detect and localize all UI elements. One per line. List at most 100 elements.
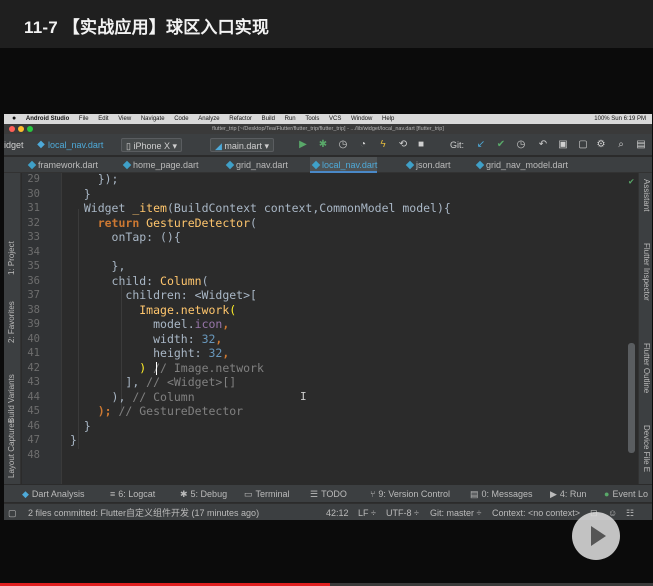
code-line-33: onTap: (){ (70, 230, 181, 244)
tool-event-log[interactable]: ● Event Lo (604, 488, 648, 500)
window-path: flutter_trip [~/Desktop/Tea/Flutter/flut… (212, 126, 444, 132)
file-encoding[interactable]: UTF-8 ÷ (386, 507, 419, 519)
hot-reload-icon[interactable]: ϟ (376, 138, 390, 152)
code-line-40: width: 32, (70, 332, 222, 346)
messages-icon: ▤ (470, 489, 479, 499)
field-name: icon (194, 317, 223, 331)
menu-analyze[interactable]: Analyze (198, 114, 219, 124)
menu-build[interactable]: Build (262, 114, 275, 124)
tool-project[interactable]: 1: Project (7, 241, 16, 275)
version-control-icon: ⑂ (370, 489, 376, 499)
breadcrumb-file[interactable]: local_nav.dart (48, 138, 103, 152)
git-label: Git: (450, 140, 465, 150)
line-number: 32 (27, 216, 40, 229)
caret-position[interactable]: 42:12 (326, 507, 349, 519)
line-separator[interactable]: LF ÷ (358, 507, 376, 519)
menu-run[interactable]: Run (285, 114, 296, 124)
inspection-ok-icon[interactable]: ✔ (629, 177, 634, 187)
menu-navigate[interactable]: Navigate (141, 114, 165, 124)
tab-local-nav[interactable]: local_nav.dart (310, 157, 378, 173)
class-name: Column (160, 273, 202, 288)
tool-dart-analysis[interactable]: ◆ Dart Analysis (22, 488, 84, 500)
tool-layout-captures[interactable]: Layout Captures (7, 419, 16, 478)
menu-refactor[interactable]: Refactor (229, 114, 252, 124)
tool-terminal[interactable]: ▭ Terminal (244, 488, 290, 500)
close-window-icon[interactable] (9, 126, 15, 132)
tool-favorites[interactable]: 2: Favorites (7, 301, 16, 343)
code-text: model. (153, 317, 195, 331)
debug-icon[interactable]: ✱ (316, 138, 330, 152)
play-button[interactable] (572, 512, 620, 560)
tool-flutter-inspector[interactable]: Flutter Inspector (642, 243, 651, 301)
tool-todo[interactable]: ☰ TODO (310, 488, 347, 500)
tab-json[interactable]: json.dart (404, 157, 451, 173)
run-config-label: main.dart (224, 141, 262, 151)
sync-icon[interactable]: ⚙ (594, 138, 608, 152)
code-text: }, (111, 259, 126, 273)
hot-restart-icon[interactable]: ⟲ (396, 138, 410, 152)
menu-view[interactable]: View (118, 114, 131, 124)
tool-assistant[interactable]: Assistant (642, 179, 651, 211)
tool-label: 9: Version Control (378, 489, 450, 499)
mac-status-clock: 100% Sun 6:19 PM (594, 116, 646, 122)
context-indicator[interactable]: Context: <no context> (492, 507, 580, 519)
tool-version-control[interactable]: ⑂ 9: Version Control (370, 488, 450, 500)
tool-debug[interactable]: ✱ 5: Debug (180, 488, 227, 500)
code-line-41: height: 32, (70, 346, 229, 360)
run-config-selector[interactable]: ◢ main.dart ▾ (210, 138, 274, 152)
line-number: 37 (27, 289, 40, 301)
tool-label: Event Lo (612, 489, 648, 499)
left-tool-strip: 1: Project 2: Favorites Build Variants L… (4, 173, 21, 484)
device-selector[interactable]: ▯ iPhone X ▾ (121, 138, 183, 152)
line-number: 46 (27, 419, 40, 432)
tool-label: Terminal (255, 489, 290, 499)
menu-tools[interactable]: Tools (305, 114, 319, 124)
line-number-gutter[interactable]: 29 30 31 32 33 34 35 36 37 38 39 40 41 4… (22, 173, 62, 484)
tool-messages[interactable]: ▤ 0: Messages (470, 488, 533, 500)
tab-grid-nav[interactable]: grid_nav.dart (224, 157, 288, 173)
line-number: 35 (27, 260, 40, 272)
code-text: height: (153, 346, 209, 360)
account-icon[interactable]: ▤ (634, 138, 648, 152)
tool-flutter-outline[interactable]: Flutter Outline (642, 343, 651, 393)
code-line-37: children: <Widget>[ (70, 288, 257, 302)
menu-code[interactable]: Code (174, 114, 188, 124)
code-text: } (83, 186, 91, 201)
menu-file[interactable]: File (79, 114, 89, 124)
stop-icon[interactable]: ■ (414, 138, 428, 152)
git-commit-icon[interactable]: ✔ (494, 138, 508, 152)
tool-run[interactable]: ▶ 4: Run (550, 488, 586, 500)
search-icon[interactable]: ⌕ (614, 138, 628, 152)
coverage-icon[interactable]: ◷ (336, 138, 350, 152)
breadcrumb-widget[interactable]: idget (4, 138, 24, 152)
minimize-window-icon[interactable] (18, 126, 24, 132)
menu-window[interactable]: Window (351, 114, 372, 124)
tab-home-page[interactable]: home_page.dart (121, 157, 199, 173)
git-revert-icon[interactable]: ↶ (536, 138, 550, 152)
run-icon[interactable]: ▶ (296, 138, 310, 152)
line-number: 42 (27, 361, 40, 374)
tab-grid-nav-model[interactable]: grid_nav_model.dart (474, 157, 568, 173)
code-editor[interactable]: 29 30 31 32 33 34 35 36 37 38 39 40 41 4… (22, 172, 638, 484)
tool-device-file-explorer[interactable]: Device File E (642, 425, 651, 472)
menu-edit[interactable]: Edit (98, 114, 108, 124)
status-panel-icon[interactable]: ▢ (8, 507, 17, 519)
menu-app-name[interactable]: Android Studio (26, 114, 69, 124)
git-update-icon[interactable]: ↙ (474, 138, 488, 152)
git-history-icon[interactable]: ◷ (514, 138, 528, 152)
tab-framework[interactable]: framework.dart (26, 157, 98, 173)
zoom-window-icon[interactable] (27, 126, 33, 132)
line-number: 44 (27, 390, 40, 403)
tool-logcat[interactable]: ≡ 6: Logcat (110, 488, 155, 500)
profile-icon[interactable]: ◔ (356, 138, 370, 152)
sdk-manager-icon[interactable]: ▣ (556, 138, 570, 152)
notification-icon[interactable]: ☷ (626, 507, 634, 519)
menu-vcs[interactable]: VCS (329, 114, 341, 124)
tool-build-variants[interactable]: Build Variants (7, 374, 16, 423)
avd-manager-icon[interactable]: ▢ (576, 138, 590, 152)
git-branch[interactable]: Git: master ÷ (430, 507, 481, 519)
editor-scrollbar[interactable] (628, 343, 635, 453)
menu-help[interactable]: Help (382, 114, 394, 124)
code-line-32: return GestureDetector( (70, 216, 257, 230)
status-message[interactable]: 2 files committed: Flutter自定义组件开发 (17 mi… (28, 507, 259, 519)
